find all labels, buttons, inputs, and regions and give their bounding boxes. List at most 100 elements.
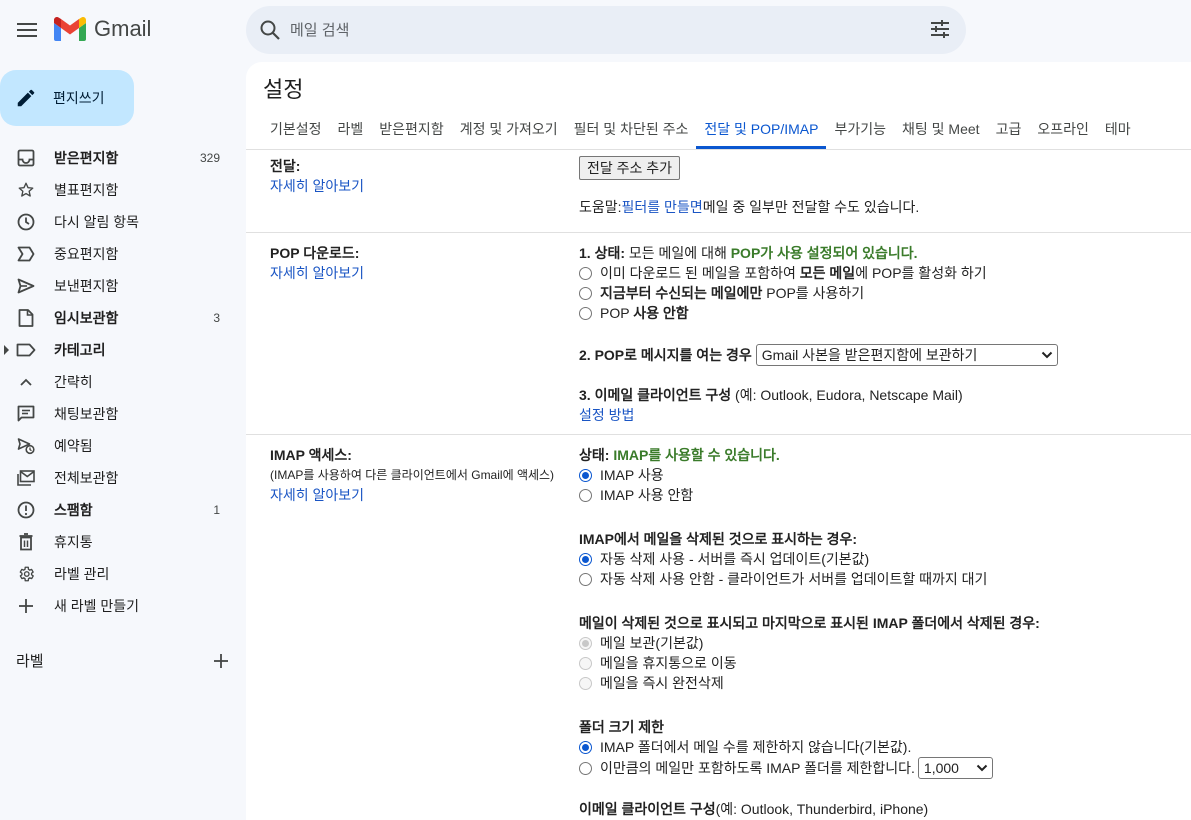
spam-icon [16,500,36,520]
pop-option-disable[interactable]: POP 사용 안함 [579,303,1058,323]
tab-themes[interactable]: 테마 [1097,110,1139,149]
sidebar-item-spam[interactable]: 스팸함 1 [0,494,246,526]
imap-option-label: IMAP 폴더에서 메일 수를 제한하지 않습니다(기본값). [600,739,912,755]
pop-learn-more-link[interactable]: 자세히 알아보기 [270,263,364,283]
tab-filters[interactable]: 필터 및 차단된 주소 [566,110,697,149]
sidebar-item-snoozed[interactable]: 다시 알림 항목 [0,206,246,238]
tab-general[interactable]: 기본설정 [262,110,330,149]
auto-expunge-on-radio[interactable] [579,552,592,566]
sidebar-item-scheduled[interactable]: 예약됨 [0,430,246,462]
imap-option-label: 이만큼의 메일만 포함하도록 IMAP 폴더를 제한합니다. [600,760,915,776]
imap-disable-option[interactable]: IMAP 사용 안함 [579,485,1040,505]
auto-expunge-off-option[interactable]: 자동 삭제 사용 안함 - 클라이언트가 서버를 업데이트할 때까지 대기 [579,569,1040,589]
pop-option-text: POP를 사용하기 [762,285,865,301]
pop-client-example: (예: Outlook, Eudora, Netscape Mail) [731,387,963,403]
imap-client-example: (예: Outlook, Thunderbird, iPhone) [715,801,929,817]
sidebar-item-label: 라벨 관리 [54,566,110,582]
pop-status-label: 1. 상태: [579,245,625,261]
sidebar-item-label: 다시 알림 항목 [54,214,140,230]
tab-accounts[interactable]: 계정 및 가져오기 [452,110,566,149]
pop-option-all[interactable]: 이미 다운로드 된 메일을 포함하여 모든 메일 에 POP를 활성화 하기 [579,263,1058,283]
gmail-logo[interactable]: Gmail [54,16,151,42]
auto-expunge-off-radio[interactable] [579,572,592,586]
pop-option-from-now[interactable]: 지금부터 수신되는 메일에만 POP를 사용하기 [579,283,1058,303]
sidebar-item-sent[interactable]: 보낸편지함 [0,270,246,302]
folder-limit-option[interactable]: 이만큼의 메일만 포함하도록 IMAP 폴더를 제한합니다. 1,000 [579,757,1040,779]
expunge-archive-option: 메일 보관(기본값) [579,633,1040,653]
settings-tabs: 기본설정 라벨 받은편지함 계정 및 가져오기 필터 및 차단된 주소 전달 및… [262,110,1139,150]
page-title: 설정 [263,77,304,102]
pop-open-select[interactable]: Gmail 사본을 받은편지함에 보관하기 [755,344,1058,366]
tab-inbox[interactable]: 받은편지함 [371,110,451,149]
expunge-trash-option: 메일을 휴지통으로 이동 [579,653,1040,673]
imap-expunge-title: 메일이 삭제된 것으로 표시되고 마지막으로 표시된 IMAP 폴더에서 삭제된… [579,615,1040,631]
sidebar-item-all-mail[interactable]: 전체보관함 [0,462,246,494]
tab-labels[interactable]: 라벨 [330,110,372,149]
tab-offline[interactable]: 오프라인 [1029,110,1097,149]
folder-no-limit-radio[interactable] [579,740,592,754]
main-menu-button[interactable] [8,10,46,50]
imap-option-label: 자동 삭제 사용 - 서버를 즉시 업데이트(기본값) [600,551,870,567]
sidebar-item-important[interactable]: 중요편지함 [0,238,246,270]
chevron-down-icon [1041,351,1052,359]
forwarding-learn-more-link[interactable]: 자세히 알아보기 [270,176,364,196]
tab-advanced[interactable]: 고급 [988,110,1030,149]
expand-arrow-icon[interactable] [4,345,9,355]
compose-button[interactable]: 편지쓰기 [0,70,134,126]
folder-limit-radio[interactable] [579,761,592,775]
pop-setup-link[interactable]: 설정 방법 [579,405,1058,425]
sidebar-item-inbox[interactable]: 받은편지함 329 [0,142,246,174]
search-input[interactable] [290,18,850,42]
sidebar-item-create-label[interactable]: 새 라벨 만들기 [0,590,246,622]
pop-option-text: POP [600,305,634,321]
sidebar-item-less[interactable]: 간략히 [0,366,246,398]
tab-chat-meet[interactable]: 채팅 및 Meet [894,110,988,149]
pop-disable-radio[interactable] [579,306,592,320]
sidebar-item-chats[interactable]: 채팅보관함 [0,398,246,430]
imap-learn-more-link[interactable]: 자세히 알아보기 [270,485,554,505]
imap-enable-radio[interactable] [579,468,592,482]
imap-option-label: 메일을 휴지통으로 이동 [600,655,737,671]
imap-option-label: 메일 보관(기본값) [600,635,704,651]
create-filter-link[interactable]: 필터를 만들면 [622,197,703,217]
imap-title: IMAP 액세스: [270,447,352,463]
sidebar-item-label: 스팸함 [54,502,93,518]
pop-from-now-radio[interactable] [579,286,592,300]
imap-option-label: 자동 삭제 사용 안함 - 클라이언트가 서버를 업데이트할 때까지 대기 [600,571,988,587]
pop-option-bold: 모든 메일 [799,265,856,281]
expunge-delete-radio [579,676,592,690]
sidebar-item-categories[interactable]: 카테고리 [0,334,246,366]
sidebar-item-trash[interactable]: 휴지통 [0,526,246,558]
folder-limit-select[interactable]: 1,000 [917,757,993,779]
imap-disable-radio[interactable] [579,488,592,502]
sidebar-item-drafts[interactable]: 임시보관함 3 [0,302,246,334]
add-label-plus-icon[interactable] [214,653,228,668]
pop-all-radio[interactable] [579,266,592,280]
auto-expunge-on-option[interactable]: 자동 삭제 사용 - 서버를 즉시 업데이트(기본값) [579,549,1040,569]
plus-icon [16,596,36,616]
sidebar-item-manage-labels[interactable]: 라벨 관리 [0,558,246,590]
sidebar-item-starred[interactable]: 별표편지함 [0,174,246,206]
sidebar-item-label: 전체보관함 [54,470,119,486]
imap-option-label: IMAP 사용 [600,467,664,483]
settings-panel: 설정 기본설정 라벨 받은편지함 계정 및 가져오기 필터 및 차단된 주소 전… [246,62,1191,820]
star-icon [16,180,36,200]
tab-addons[interactable]: 부가기능 [826,110,894,149]
imap-enable-option[interactable]: IMAP 사용 [579,465,1040,485]
search-options-icon[interactable] [930,20,950,38]
pop-title: POP 다운로드: [270,245,360,261]
expunge-archive-radio [579,636,592,650]
scheduled-icon [16,436,36,456]
imap-option-label: 메일을 즉시 완전삭제 [600,675,724,691]
search-bar[interactable] [246,6,966,54]
search-icon[interactable] [258,18,282,42]
trash-icon [16,532,36,552]
tab-forwarding-pop-imap[interactable]: 전달 및 POP/IMAP [696,110,827,149]
folder-no-limit-option[interactable]: IMAP 폴더에서 메일 수를 제한하지 않습니다(기본값). [579,737,1040,757]
compose-label: 편지쓰기 [53,90,105,106]
add-forwarding-address-button[interactable]: 전달 주소 추가 [579,156,681,180]
labels-title: 라벨 [16,653,44,670]
pencil-icon [17,89,35,107]
important-icon [16,244,36,264]
pop-status-text: 모든 메일에 대해 [625,245,731,261]
